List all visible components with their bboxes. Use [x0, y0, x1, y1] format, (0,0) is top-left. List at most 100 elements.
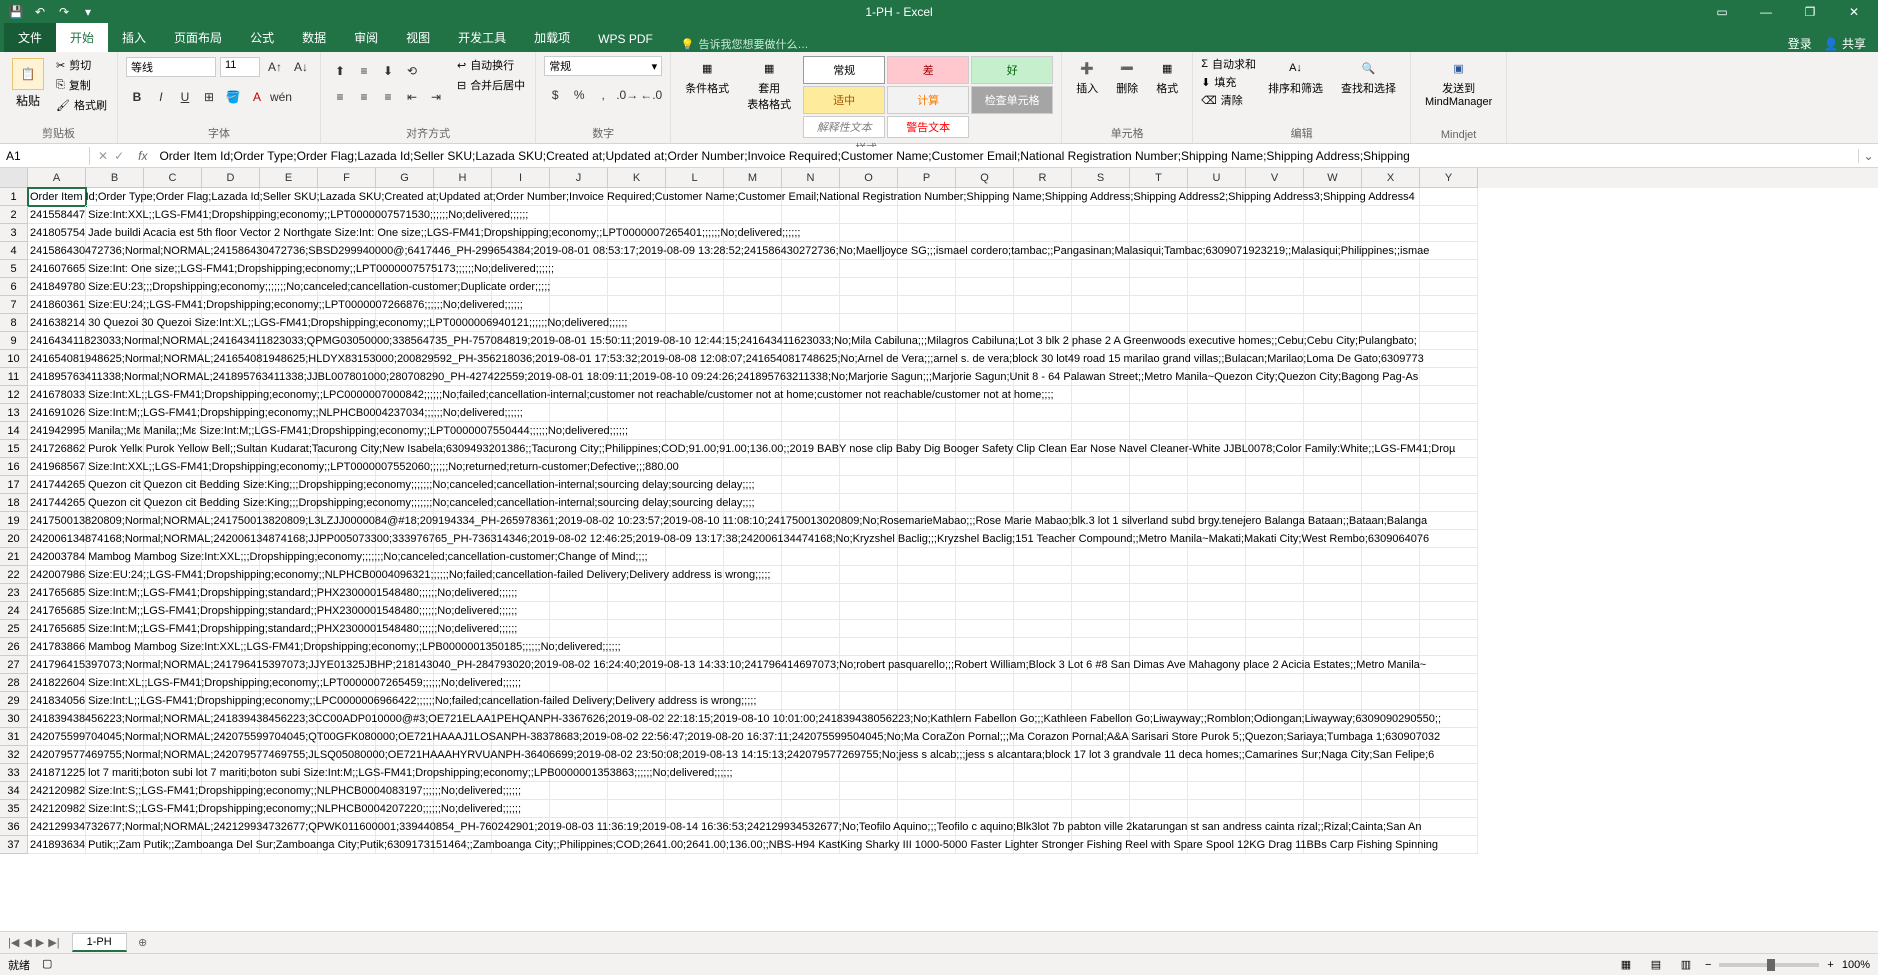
cell[interactable] [724, 584, 782, 602]
cell[interactable] [144, 818, 202, 836]
cell[interactable] [724, 314, 782, 332]
cell[interactable] [782, 440, 840, 458]
cell[interactable] [840, 404, 898, 422]
cell[interactable] [260, 350, 318, 368]
cell[interactable] [1130, 494, 1188, 512]
sort-filter-button[interactable]: A↓排序和筛选 [1262, 56, 1329, 98]
cell[interactable] [898, 242, 956, 260]
cell[interactable] [434, 188, 492, 206]
cell[interactable] [956, 638, 1014, 656]
cell[interactable] [898, 512, 956, 530]
cell[interactable] [28, 710, 86, 728]
cell[interactable] [260, 404, 318, 422]
row-header[interactable]: 5 [0, 260, 28, 278]
cell[interactable] [86, 548, 144, 566]
close-icon[interactable]: ✕ [1834, 0, 1874, 24]
cell[interactable] [1014, 476, 1072, 494]
cell[interactable] [28, 260, 86, 278]
cell[interactable] [1188, 800, 1246, 818]
cell[interactable] [492, 710, 550, 728]
cell[interactable] [492, 368, 550, 386]
row-header[interactable]: 4 [0, 242, 28, 260]
cell[interactable] [666, 746, 724, 764]
cell[interactable] [376, 800, 434, 818]
cell[interactable] [956, 566, 1014, 584]
cell[interactable] [318, 764, 376, 782]
cell[interactable] [550, 512, 608, 530]
cell[interactable] [666, 656, 724, 674]
cell[interactable] [608, 440, 666, 458]
cell[interactable] [1072, 836, 1130, 854]
cell[interactable] [724, 638, 782, 656]
cell[interactable] [550, 260, 608, 278]
cell[interactable] [608, 494, 666, 512]
tab-file[interactable]: 文件 [4, 23, 56, 52]
cell[interactable] [1304, 350, 1362, 368]
cell[interactable] [724, 332, 782, 350]
cell[interactable] [550, 332, 608, 350]
cell[interactable] [260, 566, 318, 584]
cell[interactable] [782, 314, 840, 332]
cell[interactable] [1246, 368, 1304, 386]
cell[interactable] [956, 242, 1014, 260]
column-header[interactable]: L [666, 168, 724, 188]
cell[interactable] [1246, 386, 1304, 404]
cell[interactable] [1188, 584, 1246, 602]
cell[interactable] [840, 224, 898, 242]
cell[interactable] [724, 476, 782, 494]
cell[interactable] [86, 782, 144, 800]
cell[interactable] [666, 710, 724, 728]
cell[interactable] [840, 548, 898, 566]
cell[interactable] [608, 260, 666, 278]
cell[interactable] [666, 764, 724, 782]
bold-button[interactable]: B [126, 86, 148, 108]
column-header[interactable]: T [1130, 168, 1188, 188]
cell[interactable] [202, 458, 260, 476]
row-header[interactable]: 36 [0, 818, 28, 836]
cell[interactable] [1014, 224, 1072, 242]
cell[interactable] [898, 638, 956, 656]
cell[interactable] [840, 494, 898, 512]
insert-cells-button[interactable]: ➕插入 [1070, 56, 1104, 98]
cell[interactable] [724, 494, 782, 512]
cell[interactable] [86, 296, 144, 314]
cell[interactable] [1014, 710, 1072, 728]
cell[interactable] [550, 296, 608, 314]
cell[interactable] [1420, 566, 1478, 584]
cell[interactable] [898, 422, 956, 440]
cell[interactable] [1420, 620, 1478, 638]
cell[interactable] [608, 512, 666, 530]
cell[interactable] [144, 332, 202, 350]
row-header[interactable]: 21 [0, 548, 28, 566]
cell[interactable] [1420, 548, 1478, 566]
cell[interactable] [1362, 188, 1420, 206]
cell[interactable] [1246, 656, 1304, 674]
cell[interactable] [434, 224, 492, 242]
cell[interactable] [666, 224, 724, 242]
cell[interactable] [1072, 296, 1130, 314]
cell[interactable] [608, 548, 666, 566]
cell[interactable] [1362, 800, 1420, 818]
cell[interactable] [376, 296, 434, 314]
column-header[interactable]: Y [1420, 168, 1478, 188]
cell[interactable] [1072, 242, 1130, 260]
cell[interactable] [202, 710, 260, 728]
cell[interactable] [260, 224, 318, 242]
cell[interactable] [1130, 638, 1188, 656]
cell[interactable] [956, 206, 1014, 224]
cell[interactable] [1014, 314, 1072, 332]
sheet-nav-first-icon[interactable]: |◀ [8, 936, 19, 949]
cell[interactable] [434, 800, 492, 818]
cell[interactable] [1304, 440, 1362, 458]
cell[interactable] [724, 260, 782, 278]
tab-devtools[interactable]: 开发工具 [444, 23, 520, 52]
cell[interactable] [898, 674, 956, 692]
cell[interactable] [202, 692, 260, 710]
cell[interactable] [666, 278, 724, 296]
cell[interactable] [1014, 368, 1072, 386]
cell[interactable] [898, 800, 956, 818]
cell[interactable] [550, 764, 608, 782]
cell[interactable] [1362, 836, 1420, 854]
cell[interactable] [434, 422, 492, 440]
cell[interactable] [666, 548, 724, 566]
